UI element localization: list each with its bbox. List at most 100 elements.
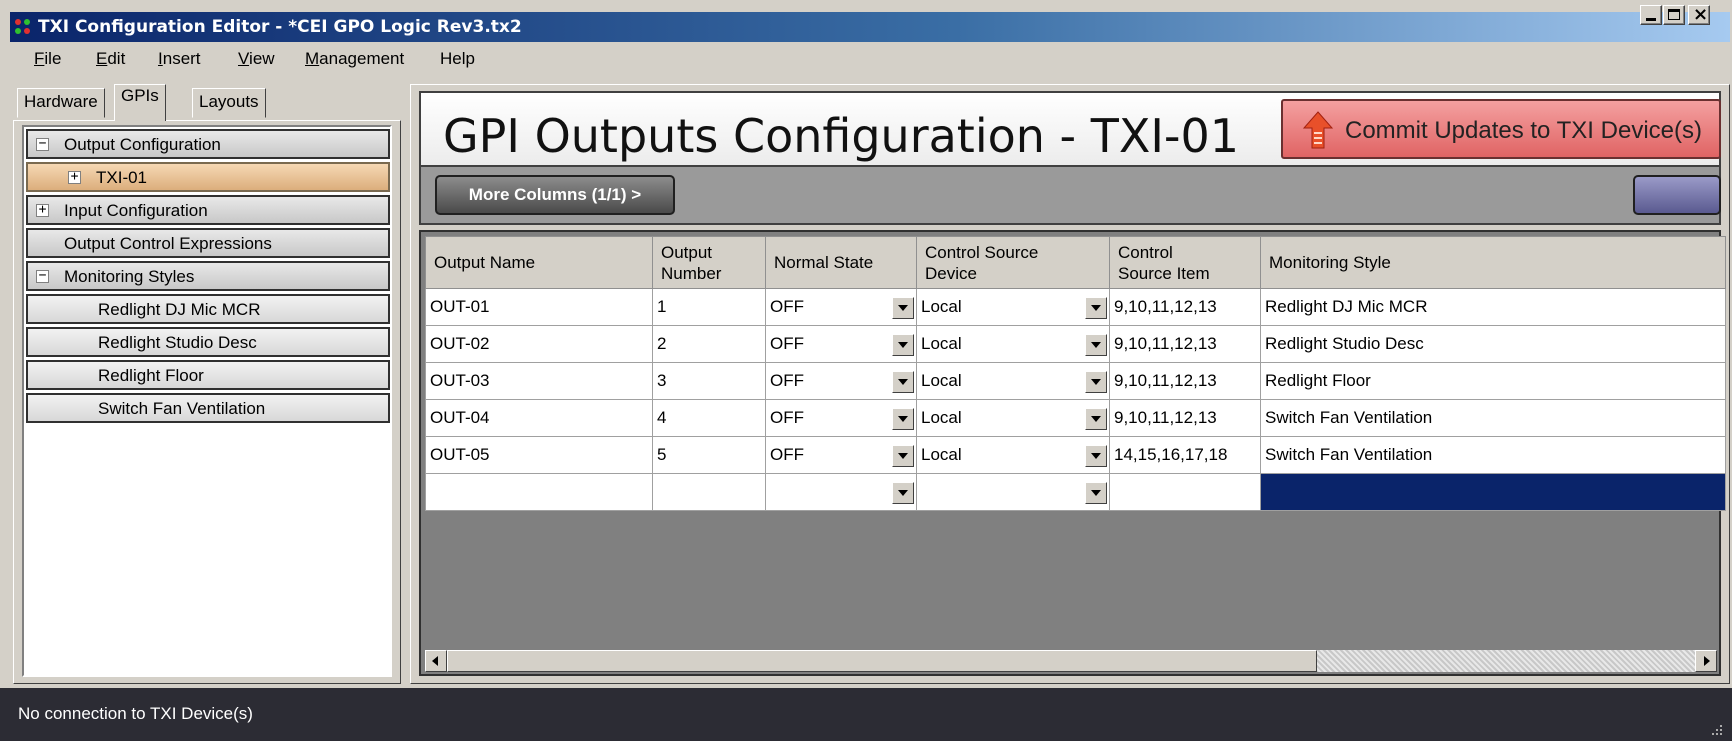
dropdown-button[interactable] — [1085, 445, 1107, 467]
output-number-cell[interactable]: 5 — [652, 436, 766, 474]
output-name-cell[interactable]: OUT-04 — [425, 399, 653, 437]
output-number-cell[interactable]: 3 — [652, 362, 766, 400]
monitoring-style-cell[interactable]: Switch Fan Ventilation — [1260, 436, 1726, 474]
tree-item-monitoring-styles[interactable]: − Monitoring Styles — [26, 261, 390, 291]
column-header-output-number[interactable]: Output Number — [652, 236, 766, 289]
output-name-cell[interactable]: OUT-05 — [425, 436, 653, 474]
control-source-item-cell[interactable]: 9,10,11,12,13 — [1109, 362, 1261, 400]
toolbar-button[interactable] — [1633, 175, 1721, 215]
menu-file[interactable]: File — [34, 49, 61, 69]
tree-item-style[interactable]: Redlight DJ Mic MCR — [26, 294, 390, 324]
tree-item-input-configuration[interactable]: + Input Configuration — [26, 195, 390, 225]
menu-insert[interactable]: Insert — [158, 49, 201, 69]
table-row[interactable]: OUT-05 5 OFF Local 14,15,16,17,18 Switch Fan … — [425, 436, 1726, 474]
tree-item-output-control-expressions[interactable]: Output Control Expressions — [26, 228, 390, 258]
menu-help[interactable]: Help — [440, 49, 475, 69]
horizontal-scrollbar[interactable] — [425, 650, 1717, 672]
output-number-cell[interactable]: 2 — [652, 325, 766, 363]
normal-state-combo[interactable]: OFF — [765, 288, 917, 326]
output-name-cell[interactable]: OUT-01 — [425, 288, 653, 326]
normal-state-combo[interactable]: OFF — [765, 325, 917, 363]
expand-icon[interactable]: + — [68, 170, 81, 184]
minimize-button[interactable] — [1640, 5, 1662, 25]
more-columns-button[interactable]: More Columns (1/1) > — [435, 175, 675, 215]
monitoring-style-cell[interactable]: Redlight Floor — [1260, 362, 1726, 400]
column-header-output-name[interactable]: Output Name — [425, 236, 653, 289]
control-source-item-cell[interactable]: 9,10,11,12,13 — [1109, 288, 1261, 326]
control-source-item-cell[interactable]: 14,15,16,17,18 — [1109, 436, 1261, 474]
monitoring-style-cell[interactable]: Switch Fan Ventilation — [1260, 399, 1726, 437]
column-header-control-source-device[interactable]: Control Source Device — [916, 236, 1110, 289]
tree-item-style[interactable]: Switch Fan Ventilation — [26, 393, 390, 423]
dropdown-button[interactable] — [892, 371, 914, 393]
control-source-device-combo[interactable]: Local — [916, 288, 1110, 326]
window-title: TXI Configuration Editor - *CEI GPO Logi… — [38, 17, 522, 37]
tab-hardware[interactable]: Hardware — [17, 88, 105, 118]
dropdown-button[interactable] — [1085, 482, 1107, 504]
commit-updates-button[interactable]: Commit Updates to TXI Device(s) — [1281, 99, 1721, 159]
dropdown-button[interactable] — [1085, 297, 1107, 319]
expand-icon[interactable]: + — [36, 203, 49, 217]
table-row[interactable]: OUT-01 1 OFF Local 9,10,11,12,13 Redlight DJ … — [425, 288, 1726, 326]
control-source-device-combo[interactable]: Local — [916, 436, 1110, 474]
normal-state-combo[interactable]: OFF — [765, 362, 917, 400]
monitoring-style-cell[interactable]: Redlight DJ Mic MCR — [1260, 288, 1726, 326]
tree-item-txi-01[interactable]: + TXI-01 — [26, 162, 390, 192]
output-name-cell[interactable]: OUT-03 — [425, 362, 653, 400]
monitoring-style-cell[interactable]: Redlight Studio Desc — [1260, 325, 1726, 363]
title-bar[interactable]: TXI Configuration Editor - *CEI GPO Logi… — [10, 12, 1730, 42]
dropdown-button[interactable] — [892, 445, 914, 467]
minimize-icon — [1646, 18, 1656, 21]
scroll-right-button[interactable] — [1695, 650, 1717, 672]
control-source-device-combo[interactable]: Local — [916, 325, 1110, 363]
normal-state-combo[interactable]: OFF — [765, 399, 917, 437]
control-source-device-combo[interactable]: Local — [916, 399, 1110, 437]
menu-management[interactable]: Management — [305, 49, 404, 69]
normal-state-combo[interactable]: OFF — [765, 436, 917, 474]
tab-gpis[interactable]: GPIs — [114, 84, 166, 121]
dropdown-button[interactable] — [1085, 371, 1107, 393]
output-name-cell[interactable]: OUT-02 — [425, 325, 653, 363]
output-number-cell[interactable] — [652, 473, 766, 511]
resize-grip-icon[interactable] — [1710, 723, 1724, 737]
normal-state-combo[interactable] — [765, 473, 917, 511]
table-row[interactable]: OUT-03 3 OFF Local 9,10,11,12,13 Redlight Flo… — [425, 362, 1726, 400]
tree-item-style[interactable]: Redlight Floor — [26, 360, 390, 390]
dropdown-button[interactable] — [1085, 408, 1107, 430]
control-source-item-cell[interactable] — [1109, 473, 1261, 511]
maximize-button[interactable] — [1663, 5, 1685, 25]
output-number-cell[interactable]: 4 — [652, 399, 766, 437]
chevron-down-icon — [898, 342, 908, 348]
table-row[interactable]: OUT-02 2 OFF Local 9,10,11,12,13 Redlight Stu… — [425, 325, 1726, 363]
table-row[interactable] — [425, 473, 1726, 511]
column-header-normal-state[interactable]: Normal State — [765, 236, 917, 289]
dropdown-button[interactable] — [892, 482, 914, 504]
scrollbar-thumb[interactable] — [447, 650, 1317, 672]
monitoring-style-cell[interactable] — [1260, 473, 1726, 511]
config-tree: − Output Configuration + TXI-01 + Input … — [22, 125, 392, 677]
upload-arrow-icon — [1303, 111, 1333, 149]
control-source-item-cell[interactable]: 9,10,11,12,13 — [1109, 399, 1261, 437]
collapse-icon[interactable]: − — [36, 269, 49, 283]
table-row[interactable]: OUT-04 4 OFF Local 9,10,11,12,13 Switch Fan V… — [425, 399, 1726, 437]
dropdown-button[interactable] — [1085, 334, 1107, 356]
column-header-control-source-item[interactable]: Control Source Item — [1109, 236, 1261, 289]
tree-item-output-configuration[interactable]: − Output Configuration — [26, 129, 390, 159]
menu-edit[interactable]: Edit — [96, 49, 125, 69]
collapse-icon[interactable]: − — [36, 137, 49, 151]
control-source-device-combo[interactable] — [916, 473, 1110, 511]
scroll-left-button[interactable] — [425, 650, 447, 672]
dropdown-button[interactable] — [892, 334, 914, 356]
menu-view[interactable]: View — [238, 49, 275, 69]
tree-item-style[interactable]: Redlight Studio Desc — [26, 327, 390, 357]
control-source-item-cell[interactable]: 9,10,11,12,13 — [1109, 325, 1261, 363]
control-source-device-combo[interactable]: Local — [916, 362, 1110, 400]
close-button[interactable]: × — [1688, 4, 1710, 25]
tab-layouts[interactable]: Layouts — [192, 88, 266, 118]
column-header-monitoring-style[interactable]: Monitoring Style — [1260, 236, 1726, 289]
dropdown-button[interactable] — [892, 297, 914, 319]
output-number-cell[interactable]: 1 — [652, 288, 766, 326]
output-name-cell[interactable] — [425, 473, 653, 511]
dropdown-button[interactable] — [892, 408, 914, 430]
chevron-down-icon — [898, 453, 908, 459]
